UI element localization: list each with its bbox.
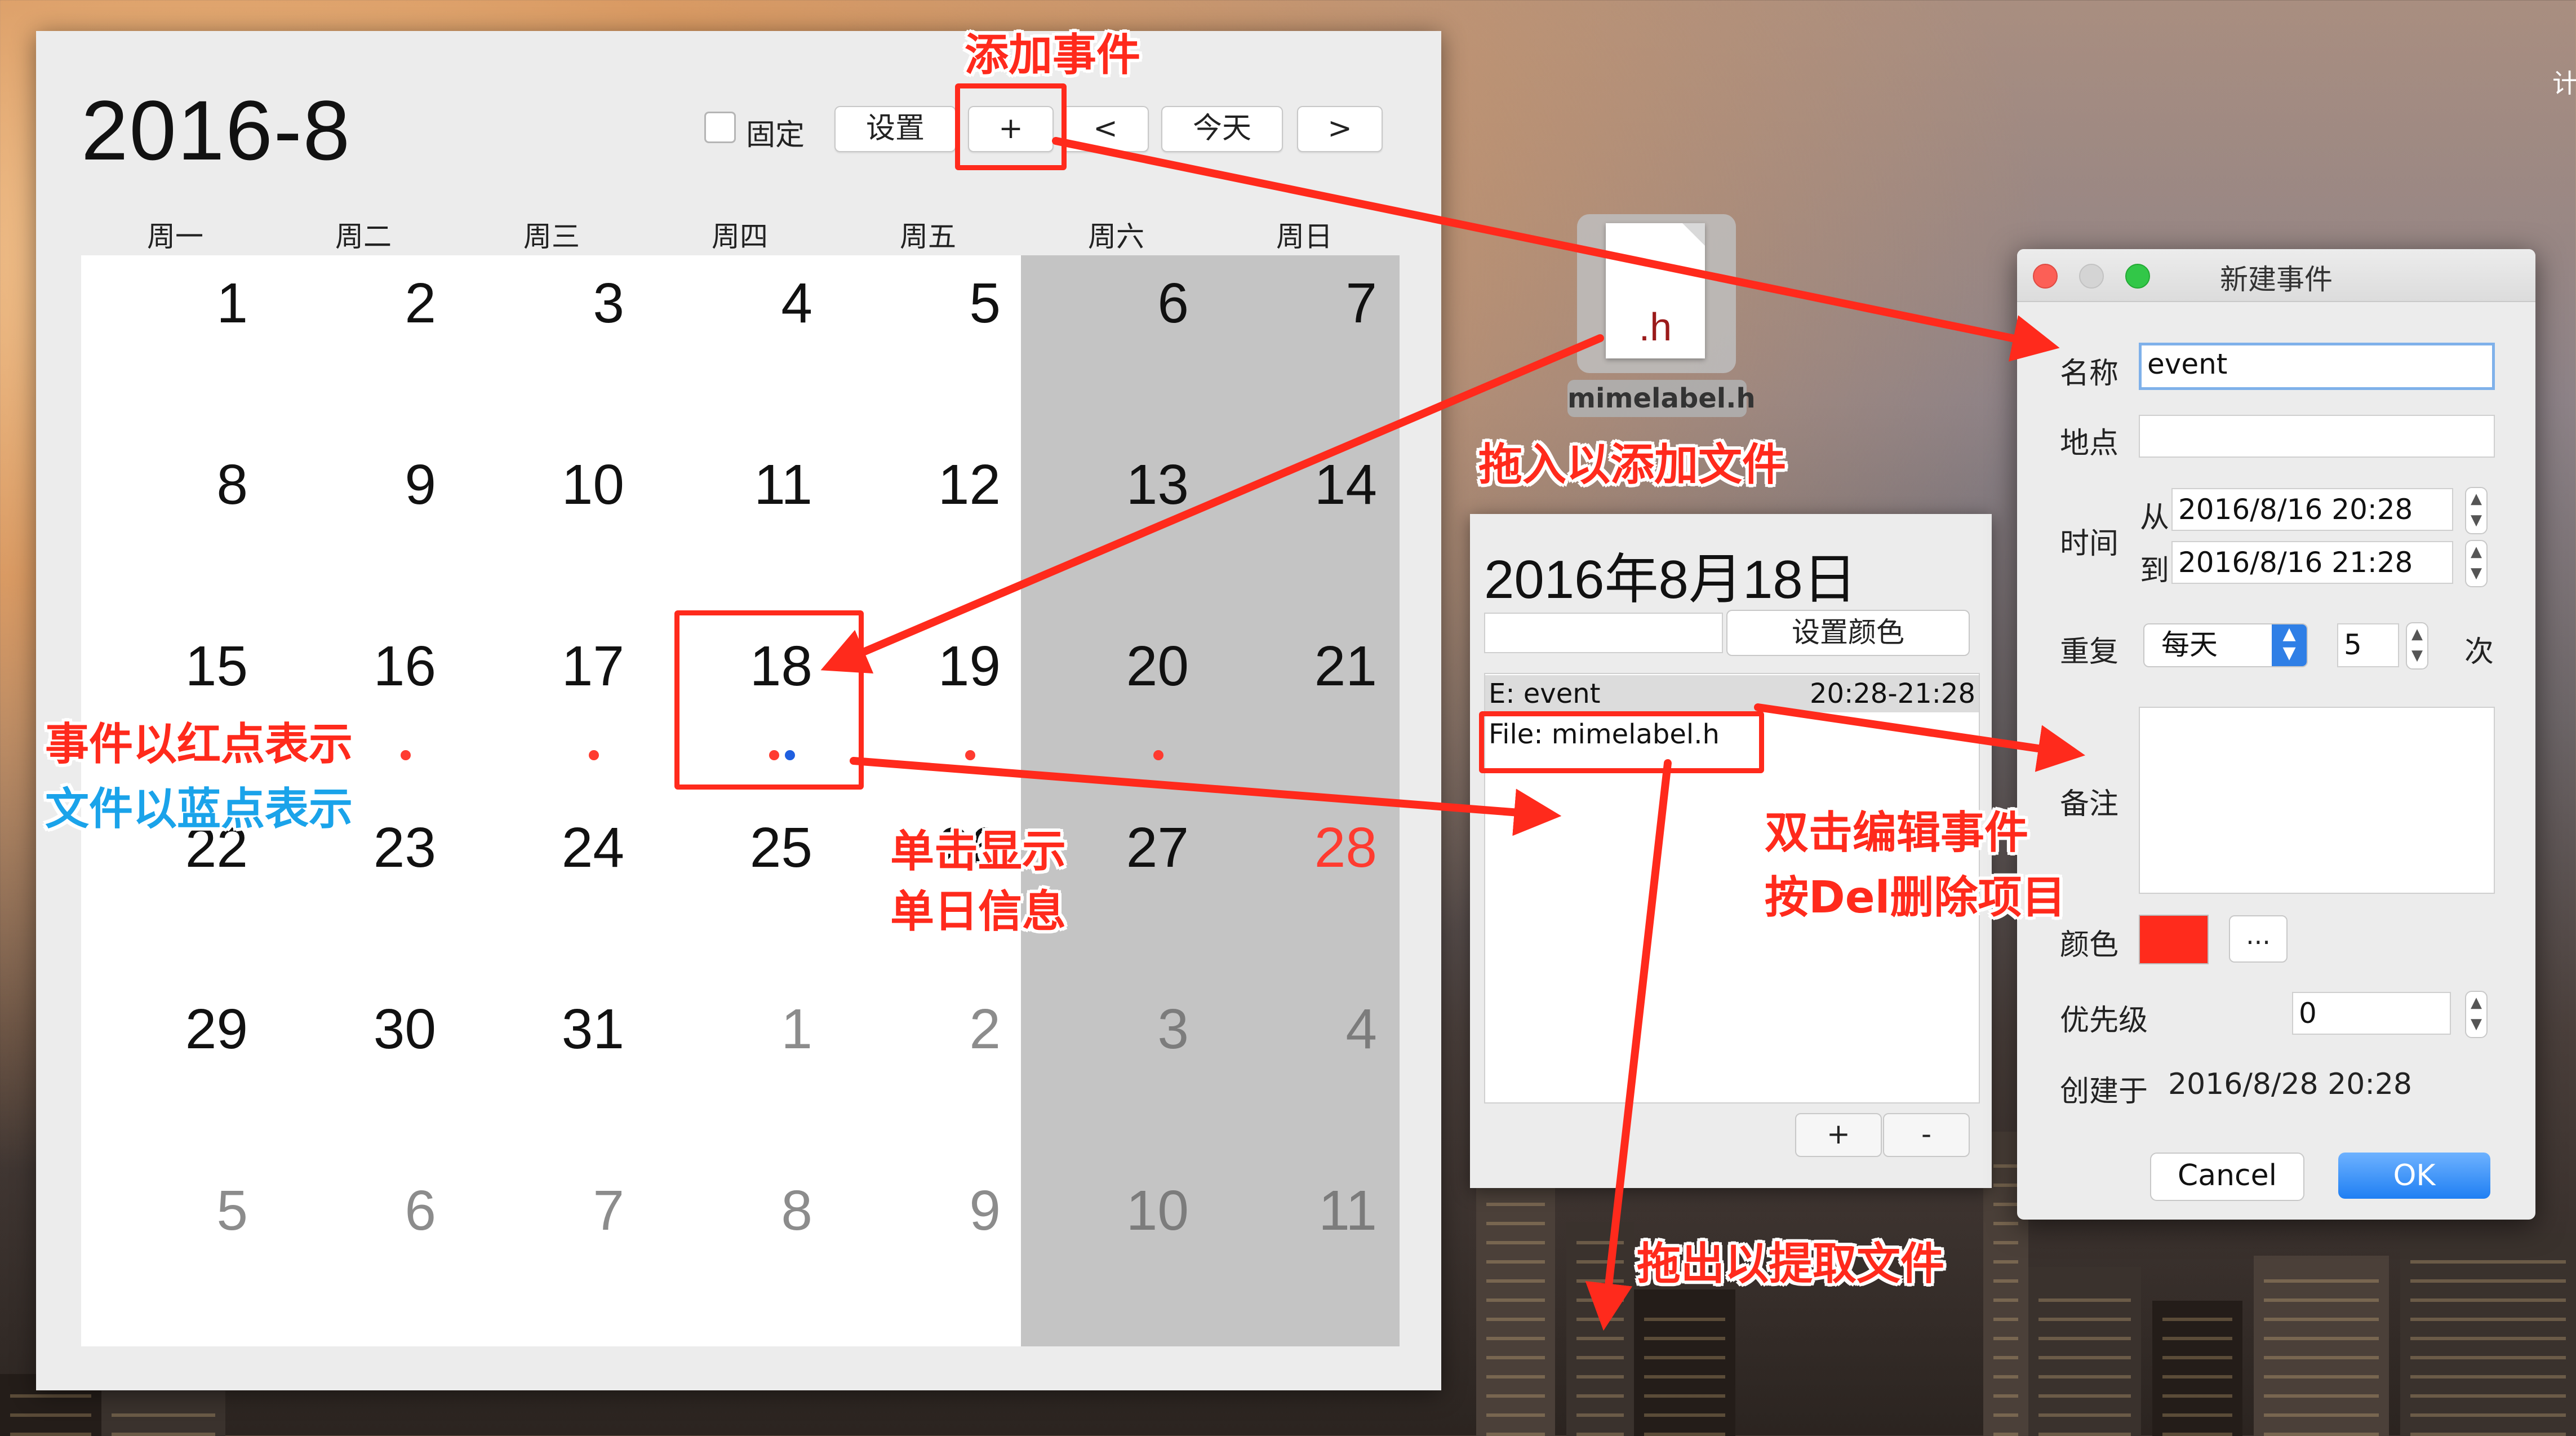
- annotation-file-blue: 文件以蓝点表示: [45, 784, 353, 835]
- annotation-add-event: 添加事件: [965, 30, 1141, 81]
- annotation-event-red: 事件以红点表示: [45, 719, 353, 770]
- annotation-drag-in: 拖入以添加文件: [1478, 440, 1787, 490]
- annotation-drag-out: 拖出以提取文件: [1637, 1239, 1945, 1289]
- arrow-add-to-dialog: [1052, 137, 2060, 362]
- arrow-panel-to-note: [1754, 703, 2086, 772]
- arrow-day-to-panel: [850, 757, 1562, 836]
- annotation-click-show-1: 单击显示: [890, 826, 1067, 877]
- annotation-arrows: [820, 137, 2086, 1331]
- annotation-dblclick: 双击编辑事件: [1765, 808, 2029, 858]
- annotation-del: 按Del删除项目: [1765, 872, 2066, 923]
- annotation-click-show-2: 单日信息: [890, 887, 1067, 937]
- arrow-file-to-day: [820, 334, 1604, 673]
